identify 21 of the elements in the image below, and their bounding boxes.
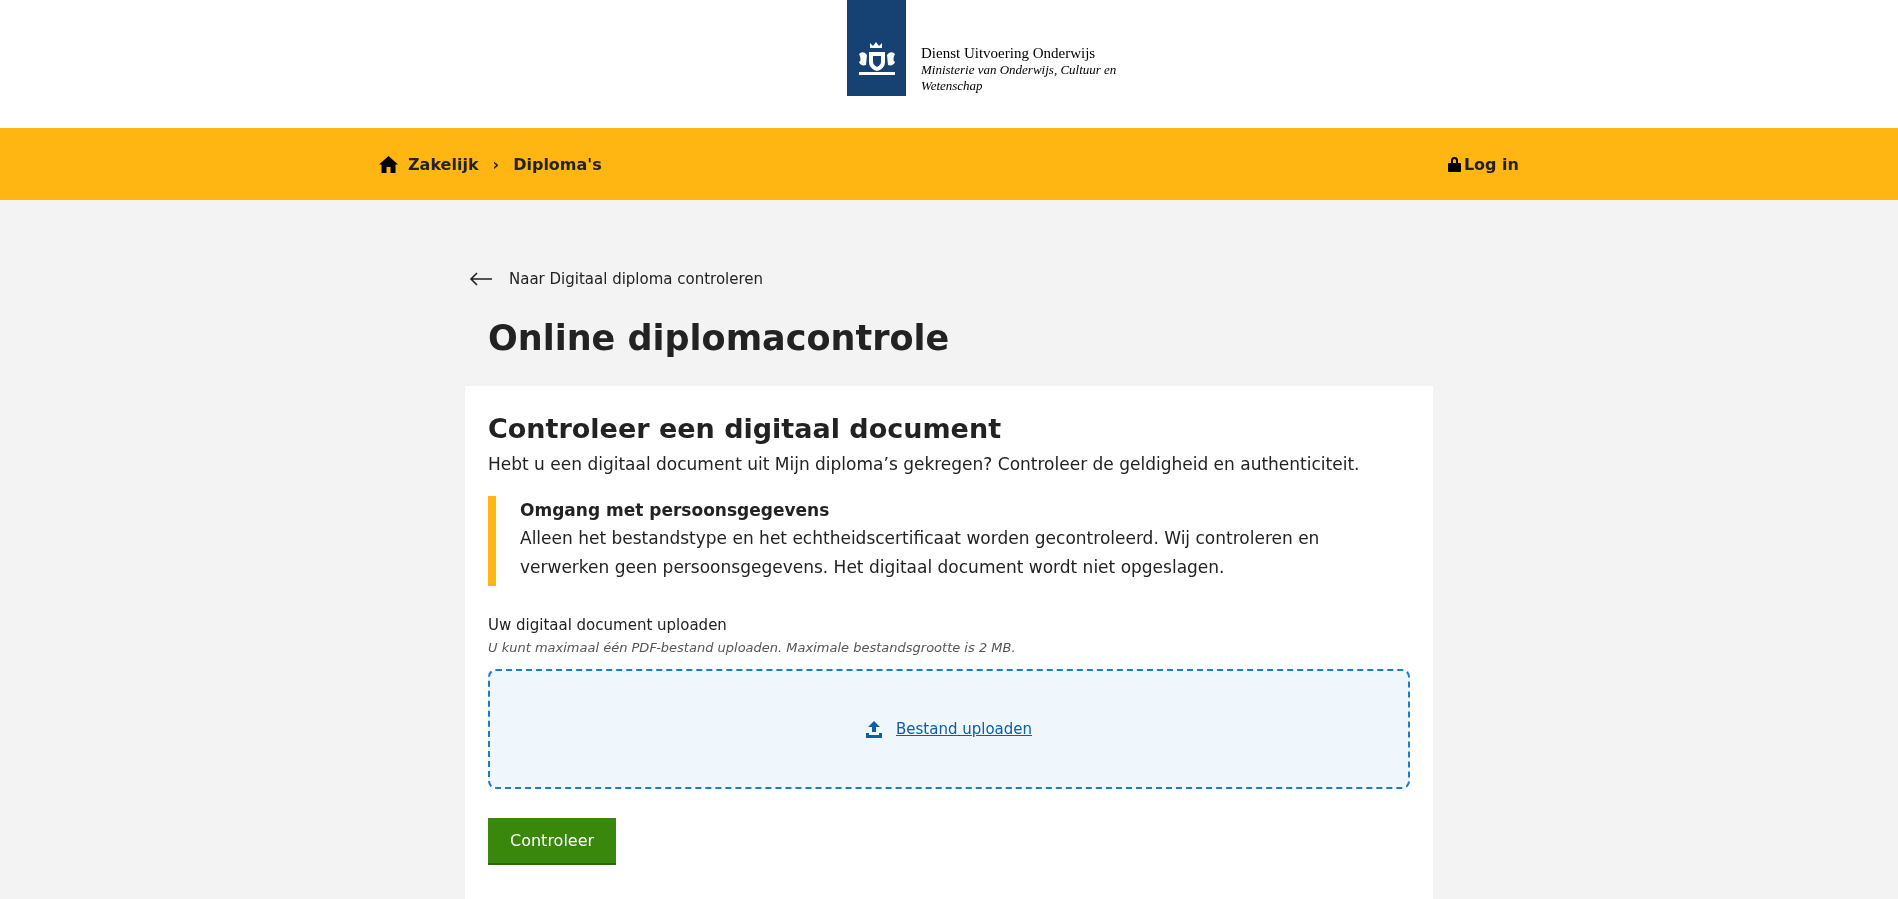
notice-title: Omgang met persoonsgegevens	[520, 500, 831, 520]
page-title: Online diplomacontrole	[488, 317, 951, 360]
login-link[interactable]: Log in	[1463, 154, 1519, 174]
notice-text: Alleen het bestandstype en het echtheidscertificaat worden gecontroleerd. Wij controleren en verwerken geen persoonsgegevens. Het digitaal document wordt niet opgeslagen.	[520, 527, 1321, 579]
upload-icon[interactable]	[866, 720, 882, 738]
upload-hint: U kunt maximaal één PDF-bestand uploaden. Maximale bestandsgrootte is 2 MB.	[488, 640, 1017, 655]
upload-link[interactable]: Bestand uploaden	[896, 720, 1032, 738]
submit-button[interactable]: Controleer	[488, 818, 617, 865]
upload-label: Uw digitaal document uploaden	[488, 616, 728, 634]
intro-text: Hebt u een digitaal document uit Mijn diploma’s gekregen? Controleer de geldigheid en authenticiteit.	[488, 454, 1361, 474]
breadcrumb-separator: ›	[492, 154, 500, 174]
organization-name: Dienst Uitvoering Onderwijs	[921, 45, 1097, 62]
breadcrumb-link[interactable]: Diploma's	[513, 154, 602, 174]
card-title: Controleer een digitaal document	[488, 412, 1003, 446]
back-link[interactable]: Naar Digitaal diploma controleren	[509, 270, 764, 288]
back-arrow-icon[interactable]	[469, 272, 493, 286]
file-drop-zone[interactable]: Bestand uploaden	[488, 669, 1410, 789]
lock-icon	[1447, 156, 1461, 172]
breadcrumb-link[interactable]: Zakelijk	[408, 154, 479, 174]
ministry-name: Ministerie van Onderwijs, Cultuur en Wetenschap	[921, 62, 1118, 94]
home-icon[interactable]	[379, 155, 398, 173]
